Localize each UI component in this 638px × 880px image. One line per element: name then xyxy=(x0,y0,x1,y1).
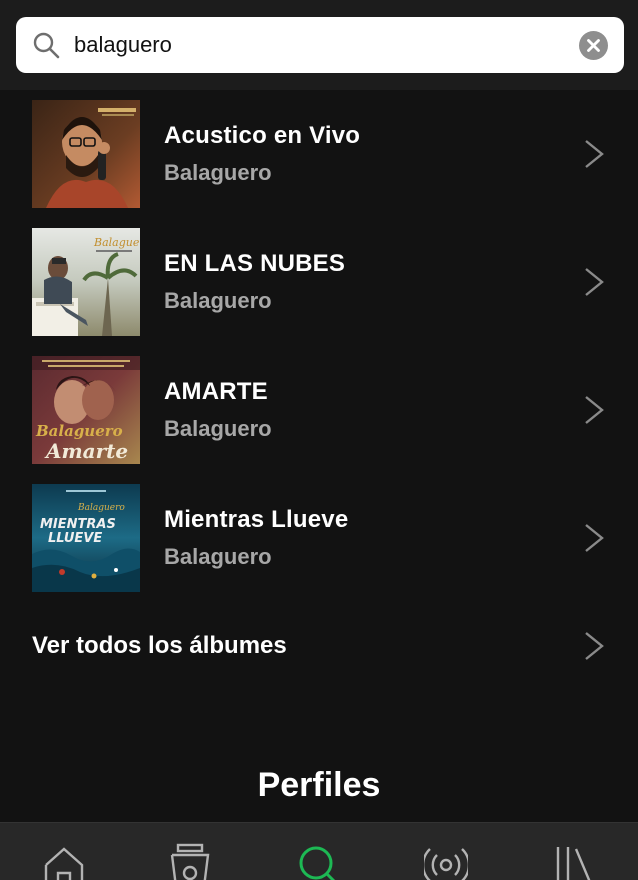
album-artist: Balaguero xyxy=(164,288,272,313)
search-icon xyxy=(299,846,336,880)
tab-radio[interactable] xyxy=(421,843,471,880)
close-icon xyxy=(587,39,600,52)
album-title: EN LAS NUBES xyxy=(164,250,346,277)
clear-search-button[interactable] xyxy=(579,31,608,60)
album-artist: Balaguero xyxy=(164,416,272,441)
see-all-albums-link[interactable]: Ver todos los álbumes xyxy=(0,620,638,674)
chevron-right-icon xyxy=(585,140,604,168)
profiles-section-title: Perfiles xyxy=(257,766,381,804)
tab-home[interactable] xyxy=(42,843,86,880)
album-title: AMARTE xyxy=(164,378,268,405)
chevron-right-icon xyxy=(585,268,604,296)
chevron-right-icon xyxy=(585,524,604,552)
album-cover: Balaguero xyxy=(32,228,140,336)
svg-text:Amarte: Amarte xyxy=(44,439,128,463)
svg-text:Balaguero: Balaguero xyxy=(35,422,123,440)
svg-text:Balaguero: Balaguero xyxy=(77,503,125,513)
chevron-right-icon xyxy=(585,396,604,424)
album-cover: MIENTRAS LLUEVE Balaguero xyxy=(32,484,140,592)
bottom-tab-bar xyxy=(0,822,638,880)
svg-text:MIENTRAS: MIENTRAS xyxy=(40,517,116,532)
radio-icon xyxy=(421,848,471,880)
album-cover: Balaguero Amarte xyxy=(32,356,140,464)
search-box[interactable] xyxy=(16,17,624,73)
album-row[interactable]: MIENTRAS LLUEVE Balaguero Mientras Lluev… xyxy=(0,484,638,612)
search-header xyxy=(0,0,638,90)
svg-text:Balaguero: Balaguero xyxy=(93,236,140,249)
search-icon xyxy=(33,32,60,59)
album-artist: Balaguero xyxy=(164,544,272,569)
album-row[interactable]: Balaguero Amarte AMARTE Balaguero xyxy=(0,356,638,484)
browse-icon xyxy=(170,843,210,880)
album-title: Mientras Llueve xyxy=(164,506,349,533)
tab-library[interactable] xyxy=(552,843,596,880)
library-icon xyxy=(556,847,591,880)
album-row[interactable]: Acustico en Vivo Balaguero xyxy=(0,100,638,228)
tab-search[interactable] xyxy=(296,843,340,880)
album-cover xyxy=(32,100,140,208)
album-title: Acustico en Vivo xyxy=(164,122,361,149)
tab-browse[interactable] xyxy=(168,843,212,880)
home-icon xyxy=(44,847,84,880)
search-input[interactable] xyxy=(74,17,574,73)
svg-text:LLUEVE: LLUEVE xyxy=(48,531,102,546)
album-row[interactable]: Balaguero EN LAS NUBES Balaguero xyxy=(0,228,638,356)
see-all-albums-label: Ver todos los álbumes xyxy=(32,632,287,659)
album-artist: Balaguero xyxy=(164,160,272,185)
chevron-right-icon xyxy=(585,632,604,660)
